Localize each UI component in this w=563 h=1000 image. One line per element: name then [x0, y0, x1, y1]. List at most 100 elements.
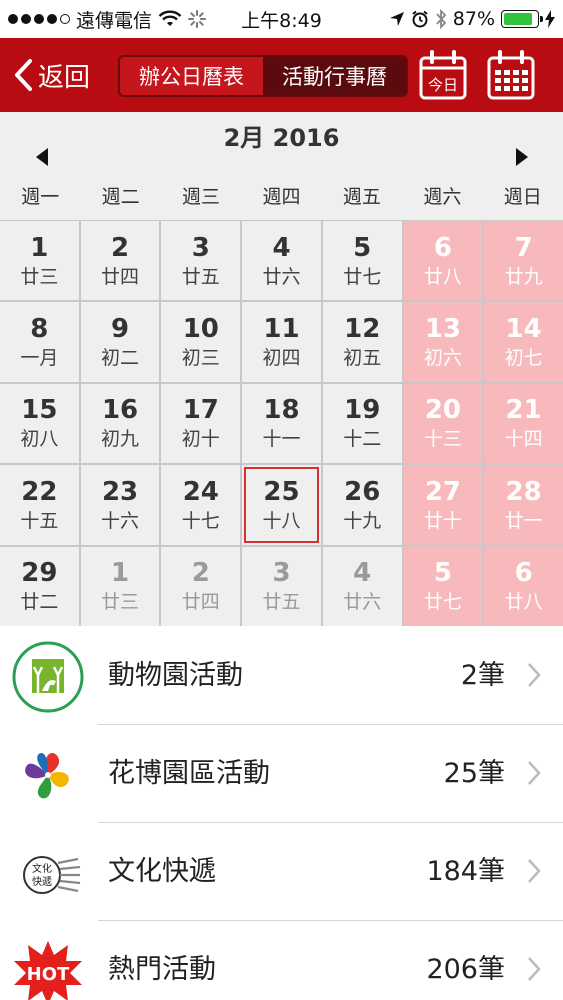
- calendar-day[interactable]: 12 初五: [322, 302, 402, 382]
- flora-expo-icon: [25, 753, 69, 799]
- day-number: 18: [263, 395, 300, 426]
- calendar-day[interactable]: 13 初六: [403, 302, 483, 382]
- calendar-day[interactable]: 11 初四: [242, 302, 321, 382]
- calendar-day[interactable]: 27 廿十: [403, 465, 483, 545]
- back-button[interactable]: 返回: [12, 52, 90, 98]
- calendar-grid: 1 廿三 2 廿四 3 廿五 4 廿六 5 廿七 6 廿八 7 廿九 8 一月 9 初二 10 初三 11 初四 12 初五 1…: [0, 220, 563, 626]
- chevron-right-icon: [528, 957, 541, 981]
- hot-icon: HOT: [14, 941, 82, 1000]
- day-number: 2: [111, 232, 130, 263]
- day-number: 1: [30, 232, 49, 263]
- calendar-day[interactable]: 28 廿一: [484, 465, 563, 545]
- lunar-date: 初二: [101, 347, 140, 370]
- lunar-date: 十三: [423, 428, 462, 451]
- calendar-day[interactable]: 5 廿七: [403, 546, 483, 626]
- calendar-day[interactable]: 4 廿六: [322, 546, 402, 626]
- month-header: 2月 2016: [0, 112, 563, 178]
- weekday-label: 週六: [423, 186, 462, 208]
- lunar-date: 十四: [504, 428, 543, 451]
- lunar-date: 十七: [181, 509, 220, 532]
- calendar-day[interactable]: 1 廿三: [0, 221, 79, 301]
- calendar-day[interactable]: 2 廿四: [161, 546, 241, 626]
- calendar-day[interactable]: 7 廿九: [484, 221, 563, 301]
- calendar-day[interactable]: 10 初三: [161, 302, 241, 382]
- calendar-day[interactable]: 4 廿六: [242, 221, 321, 301]
- calendar-day[interactable]: 15 初八: [0, 383, 79, 464]
- lunar-date: 十八: [262, 509, 301, 532]
- calendar-month-icon[interactable]: [486, 50, 536, 102]
- list-item-hot[interactable]: HOT 熱門活動 206筆: [0, 921, 563, 1000]
- lunar-date: 廿四: [101, 265, 140, 288]
- day-number: 19: [344, 395, 381, 426]
- calendar-day[interactable]: 29 廿二: [0, 546, 79, 626]
- list-item-label: 花博園區活動: [108, 758, 270, 789]
- day-number: 2: [191, 558, 210, 589]
- list-item-culture-express[interactable]: 文化 快遞 文化快遞 184筆: [0, 823, 563, 921]
- calendar-day[interactable]: 14 初七: [484, 302, 563, 382]
- status-bar: 遠傳電信 上午8:49 87%: [0, 0, 563, 38]
- next-month-button[interactable]: [516, 148, 528, 166]
- lunar-date: 廿八: [504, 591, 543, 614]
- calendar-day[interactable]: 17 初十: [161, 383, 241, 464]
- calendar-day[interactable]: 5 廿七: [322, 221, 402, 301]
- lunar-date: 廿二: [20, 591, 59, 614]
- lunar-date: 初六: [423, 347, 462, 370]
- calendar-day[interactable]: 24 十七: [161, 465, 241, 545]
- calendar-day[interactable]: 23 十六: [80, 465, 160, 545]
- day-number: 29: [21, 558, 58, 589]
- day-number: 24: [182, 476, 219, 507]
- today-icon-text: 今日: [428, 76, 458, 94]
- lunar-date: 十六: [101, 509, 140, 532]
- calendar-day[interactable]: 18 十一: [242, 383, 321, 464]
- calendar-day[interactable]: 21 十四: [484, 383, 563, 464]
- calendar-day[interactable]: 3 廿五: [161, 221, 241, 301]
- hot-icon-text: HOT: [27, 964, 70, 985]
- calendar-day[interactable]: 26 十九: [322, 465, 402, 545]
- list-item-flora-expo[interactable]: 花博園區活動 25筆: [0, 725, 563, 823]
- list-item-count: 2筆: [460, 660, 505, 691]
- lunar-date: 廿三: [101, 591, 140, 614]
- calendar-day[interactable]: 20 十三: [403, 383, 483, 464]
- calendar-day[interactable]: 6 廿八: [403, 221, 483, 301]
- month-title: 2月 2016: [223, 124, 340, 152]
- svg-text:快遞: 快遞: [32, 875, 52, 888]
- status-right: 87%: [389, 0, 555, 38]
- lunar-date: 初五: [343, 347, 382, 370]
- battery-icon: [501, 10, 543, 28]
- lunar-date: 初九: [101, 428, 140, 451]
- calendar-day[interactable]: 3 廿五: [242, 546, 321, 626]
- day-number: 5: [433, 558, 452, 589]
- calendar-day[interactable]: 9 初二: [80, 302, 160, 382]
- calendar-day[interactable]: 22 十五: [0, 465, 79, 545]
- lunar-date: 十五: [20, 509, 59, 532]
- calendar-day[interactable]: 16 初九: [80, 383, 160, 464]
- battery-percent: 87%: [452, 8, 495, 30]
- lunar-date: 廿八: [423, 265, 462, 288]
- lunar-date: 廿五: [262, 591, 301, 614]
- calendar-day[interactable]: 8 一月: [0, 302, 79, 382]
- day-number: 10: [182, 314, 219, 345]
- lunar-date: 十二: [343, 428, 382, 451]
- battery-level: [504, 13, 532, 25]
- lunar-date: 初八: [20, 428, 59, 451]
- lunar-date: 一月: [20, 347, 59, 370]
- culture-express-icon: 文化 快遞: [23, 856, 81, 894]
- calendar-day[interactable]: 6 廿八: [484, 546, 563, 626]
- list-item-zoo[interactable]: 動物園活動 2筆: [0, 627, 563, 725]
- list-item-label: 熱門活動: [108, 954, 216, 985]
- calendar-day-today[interactable]: 25 十八: [242, 465, 321, 545]
- calendar-day[interactable]: 19 十二: [322, 383, 402, 464]
- calendar-day[interactable]: 2 廿四: [80, 221, 160, 301]
- tab-office-calendar[interactable]: 辦公日曆表: [120, 57, 263, 95]
- weekday-header: 週一 週二 週三 週四 週五 週六 週日: [0, 178, 563, 220]
- previous-month-button[interactable]: [36, 148, 48, 166]
- day-number: 9: [111, 314, 130, 345]
- weekday-label: 週一: [21, 186, 60, 208]
- day-number: 17: [182, 395, 219, 426]
- chevron-right-icon: [528, 663, 541, 687]
- zoo-icon: [12, 641, 84, 713]
- calendar-day[interactable]: 1 廿三: [80, 546, 160, 626]
- today-button[interactable]: 今日: [418, 50, 468, 102]
- day-number: 5: [353, 232, 372, 263]
- tab-event-calendar[interactable]: 活動行事曆: [263, 57, 406, 95]
